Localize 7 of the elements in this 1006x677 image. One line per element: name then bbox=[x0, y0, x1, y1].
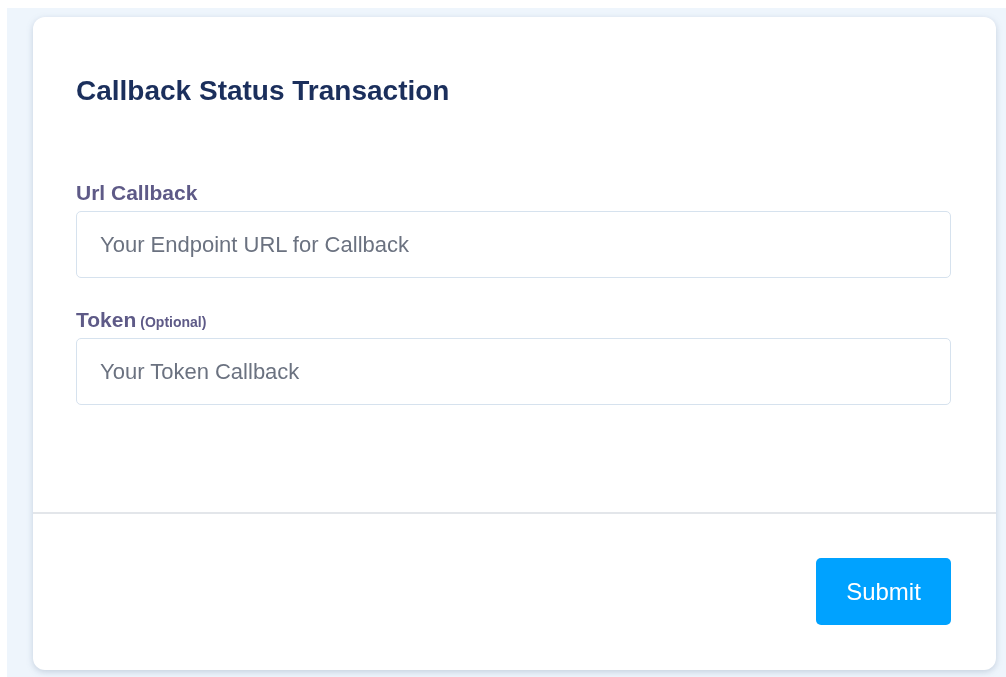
card-title: Callback Status Transaction bbox=[76, 77, 450, 105]
submit-button[interactable]: Submit bbox=[816, 558, 951, 625]
text-input-field[interactable]: Your Token Callback bbox=[76, 338, 951, 405]
text-input-field[interactable]: Your Endpoint URL for Callback bbox=[76, 211, 951, 278]
field-label: Url Callback bbox=[76, 181, 198, 205]
field-label: Token bbox=[76, 308, 137, 332]
optional-note: (Optional) bbox=[140, 314, 207, 330]
